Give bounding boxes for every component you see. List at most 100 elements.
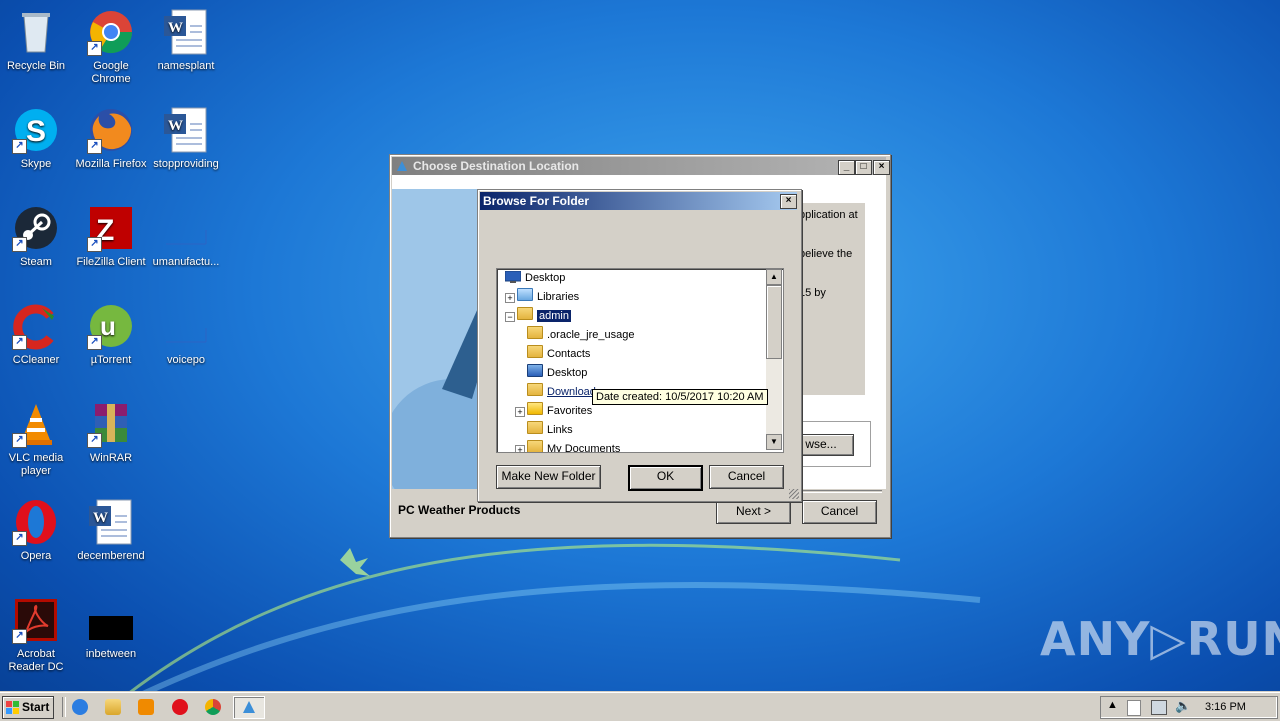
svg-text:W: W — [168, 20, 183, 36]
user-folder-icon — [517, 307, 533, 320]
contacts-folder-icon — [527, 345, 543, 358]
next-button[interactable]: Next > — [716, 500, 791, 524]
tree-node-desktop-sub[interactable]: Desktop — [527, 364, 587, 383]
tree-node-desktop[interactable]: Desktop — [504, 269, 565, 288]
word-document-icon: W — [162, 106, 210, 154]
folder-tree[interactable]: Desktop + Libraries − admin .oracle_jre_… — [496, 268, 784, 453]
tree-node-contacts[interactable]: Contacts — [527, 345, 590, 364]
browse-cancel-button[interactable]: Cancel — [709, 465, 784, 489]
internet-explorer-icon[interactable] — [72, 699, 88, 715]
anyrun-watermark: ANY▷RUN — [1040, 612, 1280, 666]
documents-folder-icon — [527, 440, 543, 452]
network-icon[interactable] — [1151, 700, 1167, 715]
tree-node-admin[interactable]: − admin — [505, 307, 571, 326]
black-file-icon — [87, 596, 135, 644]
acrobat-icon: ↗ — [12, 596, 60, 644]
tree-scrollbar[interactable]: ▲ ▼ — [766, 269, 782, 450]
installer-title: Choose Destination Location — [413, 159, 580, 173]
tree-node-oracle-jre-usage[interactable]: .oracle_jre_usage — [527, 326, 634, 345]
expand-icon[interactable]: + — [505, 293, 515, 303]
filezilla-icon: Z ↗ — [87, 204, 135, 252]
svg-text:S: S — [26, 115, 46, 148]
links-folder-icon — [527, 421, 543, 434]
media-player-icon[interactable] — [138, 699, 154, 715]
desktop-icon-winrar[interactable]: ↗ WinRAR — [73, 400, 149, 465]
tree-node-my-documents[interactable]: + My Documents — [515, 440, 620, 452]
installer-taskbar-icon — [243, 701, 255, 713]
system-tray: ▲ 🔈 3:16 PM — [1100, 696, 1278, 719]
close-button[interactable]: × — [873, 160, 890, 175]
installer-app-icon — [397, 161, 407, 171]
scroll-up-arrow-icon[interactable]: ▲ — [766, 269, 782, 285]
recycle-bin-icon — [12, 8, 60, 56]
steam-icon: ↗ — [12, 204, 60, 252]
chrome-icon: ↗ — [87, 8, 135, 56]
blank-file-icon — [162, 204, 210, 252]
browse-for-folder-dialog: Browse For Folder × Desktop + Libraries … — [477, 189, 802, 502]
taskbar: Start ▲ 🔈 3:16 PM — [0, 692, 1280, 721]
desktop-icon-vlc[interactable]: ↗ VLC media player — [0, 400, 74, 478]
installer-taskbar-button[interactable] — [233, 696, 265, 719]
quicklaunch-divider — [62, 697, 66, 717]
blank-file-icon — [162, 302, 210, 350]
browse-dialog-title-bar[interactable]: Browse For Folder × — [480, 192, 797, 210]
desktop-icon-ccleaner[interactable]: ↗ CCleaner — [0, 302, 74, 367]
desktop-icon-voicepo[interactable]: voicepo — [148, 302, 224, 367]
tree-node-favorites[interactable]: + Favorites — [515, 402, 592, 421]
maximize-button[interactable]: □ — [855, 160, 872, 175]
opera-taskbar-icon[interactable] — [172, 699, 188, 715]
tree-node-downloads[interactable]: Download — [527, 383, 596, 402]
desktop-icon-steam[interactable]: ↗ Steam — [0, 204, 74, 269]
desktop-icon-opera[interactable]: ↗ Opera — [0, 498, 74, 563]
expand-icon[interactable]: + — [515, 407, 525, 417]
make-new-folder-button[interactable]: Make New Folder — [496, 465, 601, 489]
scrollbar-thumb[interactable] — [766, 285, 782, 359]
show-hidden-icons-icon[interactable]: ▲ — [1107, 699, 1118, 711]
skype-icon: S ↗ — [12, 106, 60, 154]
browse-dialog-close-button[interactable]: × — [780, 194, 797, 209]
action-center-flag-icon[interactable] — [1127, 700, 1141, 716]
tree-node-links[interactable]: Links — [527, 421, 573, 440]
desktop-icon-inbetween[interactable]: inbetween — [73, 596, 149, 661]
folder-icon — [527, 326, 543, 339]
collapse-icon[interactable]: − — [505, 312, 515, 322]
minimize-button[interactable]: _ — [838, 160, 855, 175]
scroll-down-arrow-icon[interactable]: ▼ — [766, 434, 782, 450]
installer-cancel-button[interactable]: Cancel — [802, 500, 877, 524]
desktop-icon-utorrent[interactable]: u ↗ µTorrent — [73, 302, 149, 367]
word-document-icon: W — [162, 8, 210, 56]
clock[interactable]: 3:16 PM — [1205, 701, 1246, 713]
opera-icon: ↗ — [12, 498, 60, 546]
installer-description: pplication at believe the 15 by — [797, 203, 865, 395]
desktop-icon-stopproviding[interactable]: W stopproviding — [148, 106, 224, 171]
desktop-icon-acrobat[interactable]: ↗ Acrobat Reader DC — [0, 596, 74, 674]
svg-text:u: u — [100, 311, 116, 341]
tree-node-libraries[interactable]: + Libraries — [505, 288, 579, 307]
desktop-icon-decemberend[interactable]: W decemberend — [73, 498, 149, 563]
installer-title-bar[interactable]: Choose Destination Location _ □ × — [392, 157, 890, 175]
desktop-icon-umanufactu[interactable]: umanufactu... — [148, 204, 224, 269]
desktop-icon-firefox[interactable]: ↗ Mozilla Firefox — [73, 106, 149, 171]
chrome-taskbar-icon[interactable] — [205, 699, 221, 715]
word-document-icon: W — [87, 498, 135, 546]
ccleaner-icon: ↗ — [12, 302, 60, 350]
browse-dialog-title: Browse For Folder — [483, 194, 590, 208]
desktop-folder-icon — [527, 364, 543, 377]
start-button[interactable]: Start — [2, 696, 54, 719]
desktop-icon-filezilla[interactable]: Z ↗ FileZilla Client — [73, 204, 149, 269]
file-explorer-icon[interactable] — [105, 699, 121, 715]
libraries-folder-icon — [517, 288, 533, 301]
winrar-icon: ↗ — [87, 400, 135, 448]
installer-header — [392, 175, 886, 189]
svg-text:W: W — [168, 118, 183, 134]
volume-icon[interactable]: 🔈 — [1175, 698, 1191, 714]
installer-brand: PC Weather Products — [398, 503, 521, 517]
desktop-icon-google-chrome[interactable]: ↗ Google Chrome — [73, 8, 149, 86]
ok-button[interactable]: OK — [628, 465, 703, 491]
resize-grip-icon[interactable] — [789, 489, 799, 499]
desktop-icon-skype[interactable]: S ↗ Skype — [0, 106, 74, 171]
downloads-folder-icon — [527, 383, 543, 396]
desktop-icon-namesplant[interactable]: W namesplant — [148, 8, 224, 73]
desktop-icon-recycle-bin[interactable]: Recycle Bin — [0, 8, 74, 73]
expand-icon[interactable]: + — [515, 445, 525, 452]
